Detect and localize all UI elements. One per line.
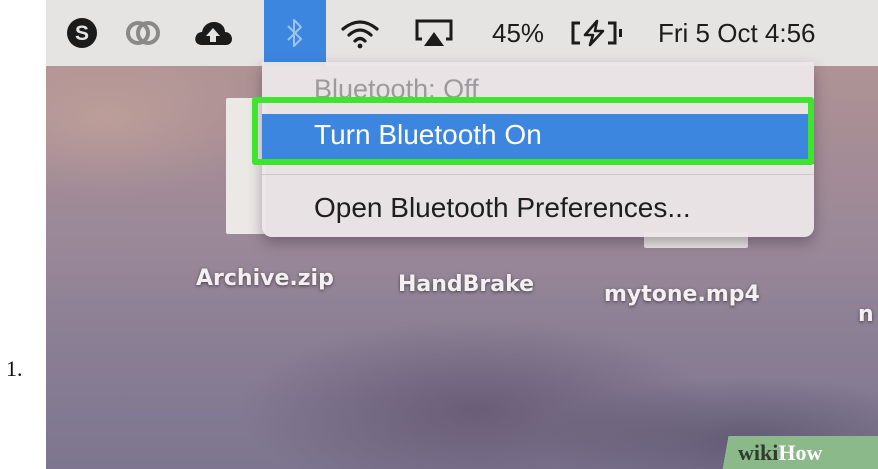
watermark-text-how: How xyxy=(778,440,823,465)
menu-separator xyxy=(262,174,814,175)
screenshot: S 45% Fri 5 Oct 4:56 Archive.zip HandBra… xyxy=(46,0,878,469)
watermark-text-wiki: wiki xyxy=(738,440,779,465)
bluetooth-menu-extra-selected[interactable] xyxy=(264,0,326,66)
desktop-icon-label[interactable]: HandBrake xyxy=(398,272,534,297)
creative-cloud-icon[interactable] xyxy=(122,0,164,66)
bluetooth-status: Bluetooth: Off xyxy=(314,74,479,104)
cloud-upload-icon[interactable] xyxy=(192,0,234,66)
bluetooth-icon[interactable] xyxy=(264,0,326,66)
desktop-icon-label[interactable]: mytone.mp4 xyxy=(604,282,760,307)
archive-file-thumbnail[interactable] xyxy=(226,98,266,234)
bluetooth-menu: Bluetooth: Off Turn Bluetooth On Open Bl… xyxy=(262,62,814,237)
airplay-icon[interactable] xyxy=(412,0,456,66)
watermark-text: wikiHow xyxy=(738,440,822,466)
desktop-icon-label[interactable]: Archive.zip xyxy=(196,266,334,291)
step-number: 1. xyxy=(6,356,23,381)
desktop-icon-label[interactable]: n xyxy=(858,302,874,327)
battery-charging-icon[interactable] xyxy=(568,0,628,66)
battery-percent: 45% xyxy=(492,18,545,48)
menubar-clock[interactable]: Fri 5 Oct 4:56 xyxy=(658,0,816,66)
menu-bar: S 45% Fri 5 Oct 4:56 xyxy=(46,0,878,66)
menu-item-open-bluetooth-preferences[interactable]: Open Bluetooth Preferences... xyxy=(314,192,691,224)
wikihow-watermark: wikiHow xyxy=(706,436,878,469)
svg-text:S: S xyxy=(75,22,89,45)
menu-item-label[interactable]: Turn Bluetooth On xyxy=(314,119,542,151)
wifi-icon[interactable] xyxy=(338,0,382,66)
skype-icon[interactable]: S xyxy=(64,0,100,66)
